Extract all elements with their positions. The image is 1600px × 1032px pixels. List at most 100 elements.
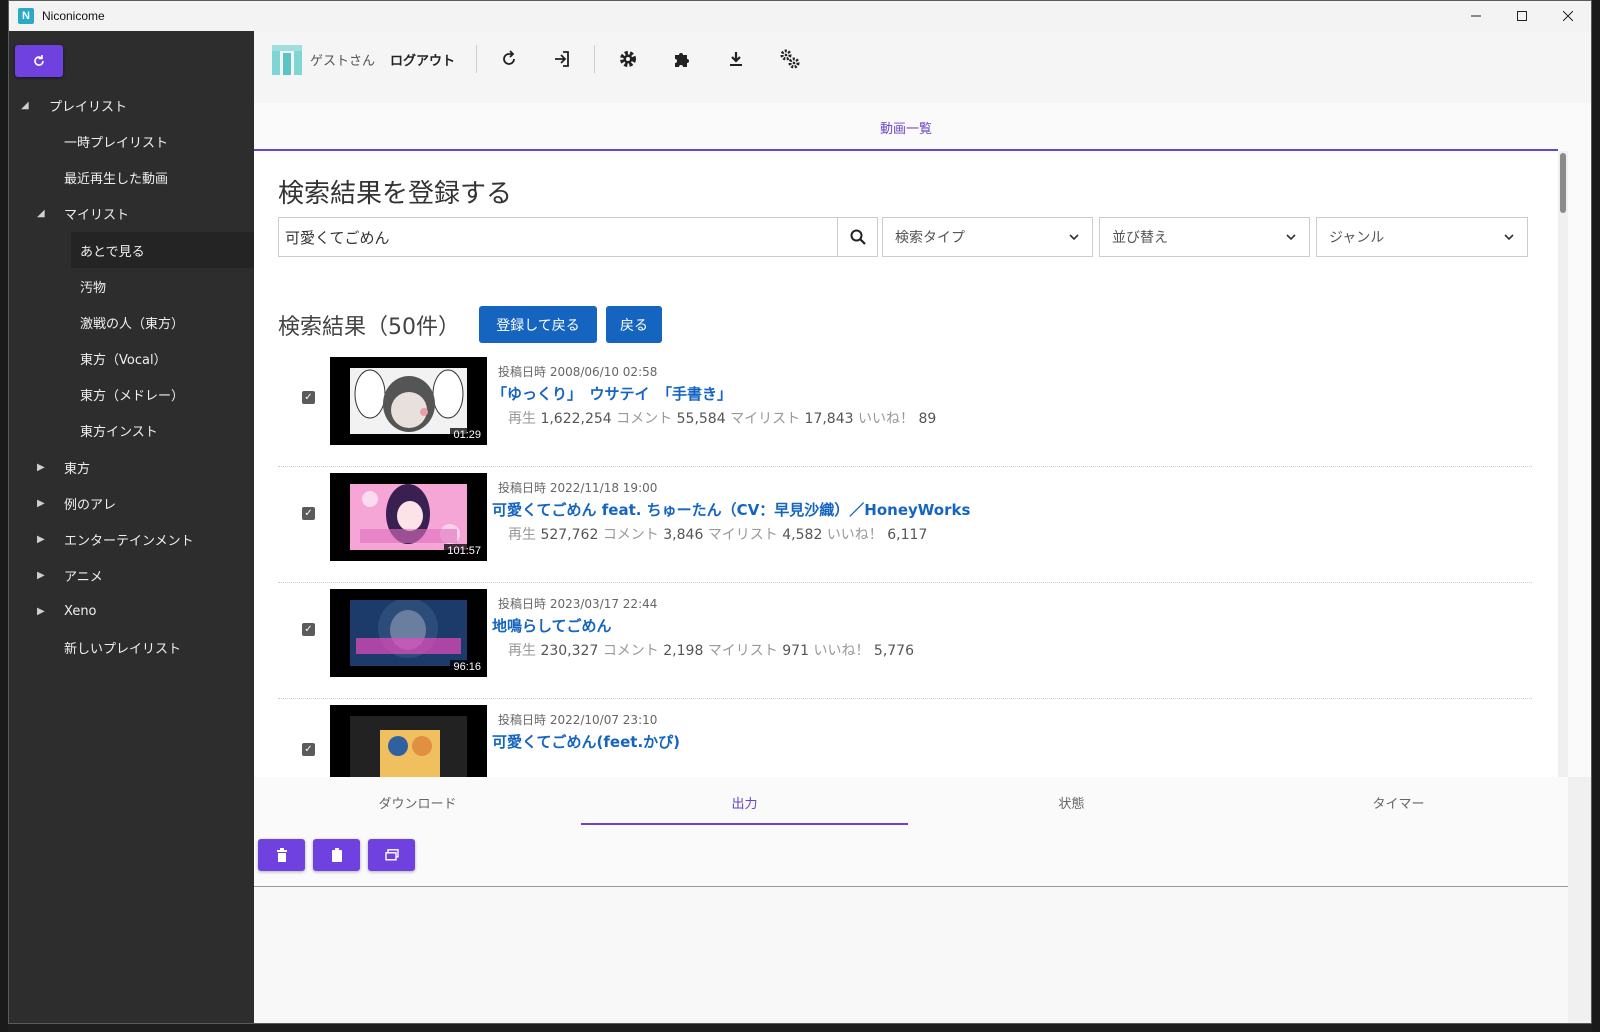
expand-icon[interactable]: ▶ xyxy=(37,462,47,473)
sort-select[interactable]: 並び替え xyxy=(1099,217,1310,257)
video-title-link[interactable]: 可愛くてごめん(feet.かぴ) xyxy=(492,731,680,752)
window-title: Niconicome xyxy=(42,9,105,23)
select-label: 検索タイプ xyxy=(895,230,965,246)
download-button[interactable] xyxy=(724,47,748,71)
video-title-link[interactable]: 可愛くてごめん feat. ちゅーたん（CV：早見沙織）／HoneyWorks xyxy=(492,499,970,520)
comments-count: 55,584 xyxy=(676,411,726,427)
genre-select[interactable]: ジャンル xyxy=(1316,217,1528,257)
duration-badge: 01:29 xyxy=(450,428,484,442)
select-label: ジャンル xyxy=(1329,230,1385,246)
tree-item-label: アニメ xyxy=(64,569,103,585)
puzzle-icon xyxy=(675,53,689,67)
mylist-label: マイリスト xyxy=(707,643,778,659)
minimize-button[interactable] xyxy=(1453,1,1499,31)
addons-button[interactable] xyxy=(670,47,694,71)
video-title-link[interactable]: 地鳴らしてごめん xyxy=(492,615,612,636)
tree-item-new-playlist[interactable]: 新しいプレイリスト xyxy=(9,629,254,665)
expand-icon[interactable]: ▶ xyxy=(37,498,47,509)
tab-download[interactable]: ダウンロード xyxy=(254,793,581,812)
result-row: ✓ 01:29 投稿日時 2008/06/10 02:58 「ゆっくり」 ウサテ… xyxy=(278,351,1532,467)
output-log[interactable] xyxy=(254,888,1568,1023)
tree-item-touhou-medley[interactable]: 東方（メドレー） xyxy=(9,376,254,412)
likes-count: 89 xyxy=(918,411,937,427)
login-button[interactable] xyxy=(550,47,574,71)
video-stats: 再生 527,762 コメント 3,846 マイリスト 4,582 いいね！ 6… xyxy=(508,524,927,544)
search-input[interactable] xyxy=(279,218,837,256)
open-window-button[interactable] xyxy=(368,839,415,871)
expand-icon[interactable]: ▶ xyxy=(37,570,47,581)
tree-item-touhou-vocal[interactable]: 東方（Vocal） xyxy=(9,340,254,376)
expand-icon[interactable]: ▶ xyxy=(37,534,47,545)
search-button[interactable] xyxy=(838,217,878,257)
collapse-icon[interactable]: ◢ xyxy=(21,100,31,111)
logout-button[interactable]: ログアウト xyxy=(390,50,455,69)
tab-status[interactable]: 状態 xyxy=(908,793,1235,812)
tree-item-mylist[interactable]: ◢ マイリスト xyxy=(9,195,254,231)
results-heading: 検索結果（50件） xyxy=(278,315,460,340)
tree-item-playlist-root[interactable]: ◢ プレイリスト xyxy=(9,87,254,123)
tab-output[interactable]: 出力 xyxy=(581,793,908,812)
scrollbar-thumb[interactable] xyxy=(1560,153,1566,213)
reload-button[interactable] xyxy=(497,47,521,71)
select-checkbox[interactable]: ✓ xyxy=(302,507,315,520)
maximize-icon xyxy=(1517,11,1527,21)
search-icon xyxy=(850,229,866,245)
tree-item-watch-later[interactable]: あとで見る xyxy=(71,232,254,268)
playlist-sidebar: ◢ プレイリスト 一時プレイリスト 最近再生した動画 ◢ マイリスト あとで見る… xyxy=(9,31,254,1023)
register-and-back-button[interactable]: 登録して戻る xyxy=(479,306,597,343)
toolbar-divider xyxy=(594,45,595,73)
likes-label: いいね！ xyxy=(813,643,870,659)
settings-button[interactable] xyxy=(616,47,640,71)
expand-icon[interactable]: ▶ xyxy=(37,606,47,617)
tab-timer[interactable]: タイマー xyxy=(1235,793,1562,812)
select-checkbox[interactable]: ✓ xyxy=(302,743,315,756)
tree-item-entertainment[interactable]: ▶ エンターテインメント xyxy=(9,521,254,557)
tree-item-rei-no-are[interactable]: ▶ 例のアレ xyxy=(9,485,254,521)
result-row: ✓ 96:16 投稿日時 2023/03/17 22:44 地鳴らしてごめん 再… xyxy=(278,583,1532,699)
posted-date: 投稿日時 2023/03/17 22:44 xyxy=(498,597,658,611)
clear-output-button[interactable] xyxy=(258,839,305,871)
login-icon xyxy=(555,51,569,67)
views-count: 527,762 xyxy=(540,527,599,543)
tab-video-list[interactable]: 動画一覧 xyxy=(254,118,1558,137)
search-type-select[interactable]: 検索タイプ xyxy=(882,217,1093,257)
mylist-count: 4,582 xyxy=(782,527,823,543)
tree-item-obutsu[interactable]: 汚物 xyxy=(9,268,254,304)
refresh-playlists-button[interactable] xyxy=(15,45,63,77)
tree-item-touhou-inst[interactable]: 東方インスト xyxy=(9,412,254,448)
panel-edge xyxy=(1568,777,1591,1023)
video-title-link[interactable]: 「ゆっくり」 ウサテイ 「手書き」 xyxy=(492,383,732,404)
video-thumbnail[interactable] xyxy=(330,705,487,777)
tab-indicator xyxy=(581,823,908,825)
results-scrollbar[interactable] xyxy=(1558,151,1568,777)
copy-output-button[interactable] xyxy=(313,839,360,871)
tree-item-xeno[interactable]: ▶ Xeno xyxy=(9,593,254,629)
select-checkbox[interactable]: ✓ xyxy=(302,391,315,404)
video-thumbnail[interactable]: 01:29 xyxy=(330,357,487,445)
tree-item-gekisen[interactable]: 激戦の人（東方） xyxy=(9,304,254,340)
video-thumbnail[interactable]: 101:57 xyxy=(330,473,487,561)
window-restore-icon xyxy=(384,849,399,861)
tree-item-label: マイリスト xyxy=(64,207,130,223)
top-tab-bar: 動画一覧 xyxy=(254,103,1591,151)
views-label: 再生 xyxy=(508,643,536,659)
posted-date: 投稿日時 2022/11/18 19:00 xyxy=(498,481,658,495)
tree-item-recent[interactable]: 最近再生した動画 xyxy=(9,159,254,195)
mylist-count: 971 xyxy=(782,643,809,659)
close-button[interactable] xyxy=(1545,1,1591,31)
reload-icon xyxy=(503,50,515,65)
tree-item-anime[interactable]: ▶ アニメ xyxy=(9,557,254,593)
back-button[interactable]: 戻る xyxy=(606,306,662,343)
advanced-settings-button[interactable] xyxy=(778,47,802,71)
video-thumbnail[interactable]: 96:16 xyxy=(330,589,487,677)
maximize-button[interactable] xyxy=(1499,1,1545,31)
views-count: 1,622,254 xyxy=(540,411,612,427)
desktop-edge-right xyxy=(1592,0,1600,1032)
window-controls xyxy=(1453,1,1591,31)
select-label: 並び替え xyxy=(1112,230,1168,246)
tree-item-temp-playlist[interactable]: 一時プレイリスト xyxy=(9,123,254,159)
collapse-icon[interactable]: ◢ xyxy=(37,208,47,219)
video-stats: 再生 230,327 コメント 2,198 マイリスト 971 いいね！ 5,7… xyxy=(508,640,914,660)
select-checkbox[interactable]: ✓ xyxy=(302,623,315,636)
tree-item-touhou[interactable]: ▶ 東方 xyxy=(9,449,254,485)
